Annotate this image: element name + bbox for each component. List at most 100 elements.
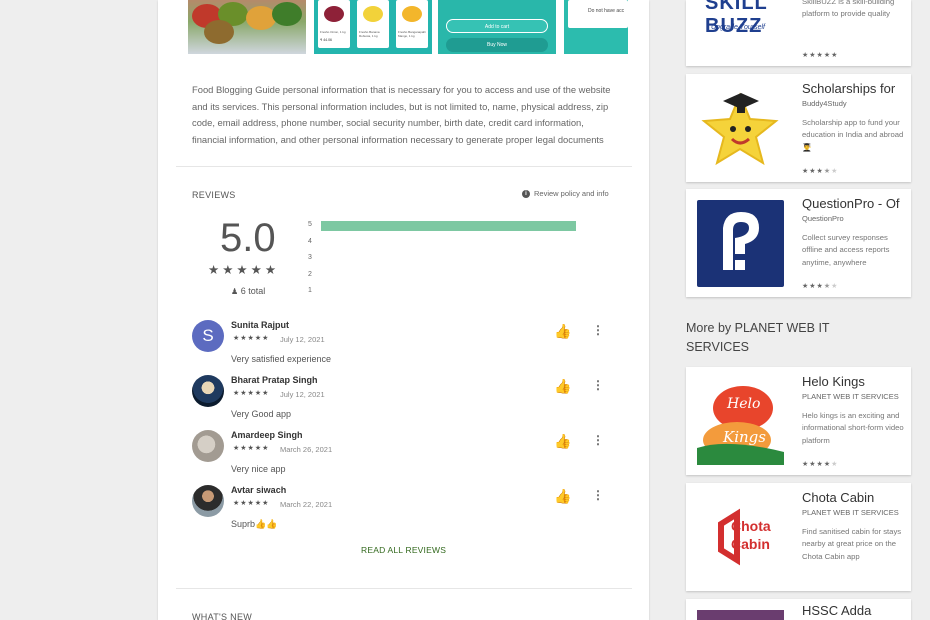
product-price: ₹ 44.06: [320, 38, 332, 42]
app-card-developer: Buddy4Study: [802, 99, 847, 108]
logo-word-2: Kings: [723, 428, 766, 446]
helo-kings-icon: [697, 386, 784, 465]
logo-word-2: Cabin: [731, 536, 770, 552]
app-card-title-text: Scholarships for: [802, 81, 896, 96]
rating-total: ♟ 6 total: [231, 286, 265, 296]
star-mascot-icon: [701, 92, 779, 166]
read-all-reviews-button[interactable]: READ ALL REVIEWS: [361, 545, 446, 555]
app-card-title-text: Chota Cabin: [802, 490, 875, 505]
reviewer-name: Sunita Rajput: [231, 320, 289, 330]
histogram-bar: [321, 221, 576, 231]
buy-now-button-preview: Buy Now: [446, 38, 548, 52]
vegetable-image: [272, 2, 302, 26]
app-card-stars: ★★★★★: [802, 282, 838, 290]
logo-word-1: Helo: [727, 396, 761, 412]
mango-image: [402, 6, 422, 22]
add-to-cart-button-preview: Add to cart: [446, 19, 548, 33]
review-date: July 12, 2021: [280, 335, 325, 344]
similar-app-card[interactable]: Scholarships for Buddy4Study Scholarship…: [686, 74, 911, 182]
more-vert-icon[interactable]: ⋮: [592, 433, 604, 449]
app-card-stars: ★★★★★: [802, 167, 838, 175]
question-mark-icon: [723, 212, 759, 270]
app-description: Food Blogging Guide personal information…: [192, 84, 611, 145]
review-text: Very nice app: [231, 464, 286, 474]
review-date: March 22, 2021: [280, 500, 333, 509]
histogram-label: 2: [308, 270, 312, 278]
histogram-label: 5: [308, 221, 312, 228]
banana-image: [363, 6, 383, 22]
app-card-description: Helo kings is an exciting and informatio…: [802, 411, 904, 445]
screenshot-3[interactable]: Add to cart Buy Now: [438, 0, 556, 54]
app-card-title-text: QuestionPro - Of: [802, 196, 900, 211]
stars-filled: ★★★: [802, 168, 824, 175]
review-item: S Sunita Rajput ★★★★★ July 12, 2021 Very…: [192, 320, 622, 375]
histogram-label: 4: [308, 237, 312, 245]
review-item: Bharat Pratap Singh ★★★★★ July 12, 2021 …: [192, 375, 622, 430]
reviewer-name: Bharat Pratap Singh: [231, 375, 318, 385]
product-label: Fresho Banana Robusta, 1 kg: [359, 30, 380, 38]
similar-app-card[interactable]: QuestionPro - Of QuestionPro Collect sur…: [686, 189, 911, 297]
thumbs-up-icon[interactable]: 👍: [554, 378, 572, 394]
info-icon: i: [522, 189, 530, 198]
histogram-label: 3: [308, 254, 312, 261]
logo-tagline: Upgrade Yourself: [711, 24, 765, 31]
screenshot-2[interactable]: Fresho Onion, 1 kg Fresho Banana Robusta…: [314, 0, 432, 54]
hssc-adda-logo: [697, 610, 784, 620]
reviews-heading: REVIEWS: [192, 190, 236, 200]
app-card-developer: PLANET WEB IT SERVICES: [802, 392, 899, 401]
screenshot-4[interactable]: Do not have acc: [564, 0, 628, 54]
review-policy-link[interactable]: i Review policy and info: [522, 189, 609, 198]
stars-empty: ★: [831, 168, 839, 175]
vegetable-image: [204, 20, 234, 44]
rating-score: 5.0: [220, 216, 276, 260]
whats-new-heading: WHAT'S NEW: [192, 612, 253, 620]
more-vert-icon[interactable]: ⋮: [592, 323, 604, 339]
product-label: Fresho Onion, 1 kg: [320, 30, 346, 34]
avatar: [192, 430, 224, 462]
logo-word-1: Chota: [731, 518, 771, 534]
questionpro-logo: [697, 200, 784, 287]
app-card-title: QuestionPro - Of: [802, 196, 904, 211]
app-card-title: HSSC Adda: [802, 603, 904, 618]
app-card-stars: ★★★★★: [802, 52, 839, 59]
screenshot-1[interactable]: [188, 0, 306, 54]
app-card-title: Helo Kings: [802, 374, 904, 389]
scholarship-star-logo: [697, 85, 784, 172]
divider: [176, 166, 632, 167]
product-label: Fresho Banganapalli Mango, 1 kg: [398, 30, 426, 38]
review-text: Very satisfied experience: [231, 354, 332, 364]
more-by-developer-heading[interactable]: More by PLANET WEB IT SERVICES: [686, 319, 886, 357]
reviewer-name: Avtar siwach: [231, 485, 287, 495]
avatar: [192, 375, 224, 407]
similar-app-card[interactable]: SKILL BUZZ Upgrade Yourself SkillBUZZ is…: [686, 0, 911, 66]
thumbs-up-icon[interactable]: 👍: [554, 433, 572, 449]
stars-filled: ★★★: [802, 283, 824, 290]
review-date: March 26, 2021: [280, 445, 333, 454]
review-stars: ★★★★★: [233, 390, 270, 397]
app-card-title: Scholarships for: [802, 81, 904, 96]
thumbs-up-icon[interactable]: 👍: [554, 488, 572, 504]
histogram-label: 1: [308, 287, 312, 294]
review-stars: ★★★★★: [233, 335, 270, 342]
app-card-title-text: HSSC Adda: [802, 603, 872, 618]
logo-wordmark: SKILL BUZZ: [705, 0, 768, 37]
review-text: Suprb👍👍: [231, 519, 278, 529]
divider: [176, 588, 632, 589]
screenshot-strip[interactable]: Fresho Onion, 1 kg Fresho Banana Robusta…: [188, 0, 628, 55]
review-text: Very Good app: [231, 409, 292, 419]
stars-filled: ★★★★: [802, 461, 832, 468]
more-vert-icon[interactable]: ⋮: [592, 378, 604, 394]
app-card-title-text: Helo Kings: [802, 374, 865, 389]
developer-app-card[interactable]: Helo Kings Helo Kings PLANET WEB IT SERV…: [686, 367, 911, 475]
review-date: July 12, 2021: [280, 390, 325, 399]
developer-app-card[interactable]: HSSC Adda: [686, 599, 911, 620]
person-icon: ♟: [231, 287, 239, 296]
more-vert-icon[interactable]: ⋮: [592, 488, 604, 504]
app-card-developer: PLANET WEB IT SERVICES: [802, 508, 899, 517]
developer-app-card[interactable]: Chota Cabin Chota Cabin PLANET WEB IT SE…: [686, 483, 911, 591]
review-item: Amardeep Singh ★★★★★ March 26, 2021 Very…: [192, 430, 622, 485]
app-card-stars: ★★★★★: [802, 460, 838, 468]
chota-cabin-logo: Chota Cabin: [697, 494, 784, 581]
thumbs-up-icon[interactable]: 👍: [554, 323, 572, 339]
app-card-description: Scholarship app to fund your education i…: [802, 118, 904, 152]
